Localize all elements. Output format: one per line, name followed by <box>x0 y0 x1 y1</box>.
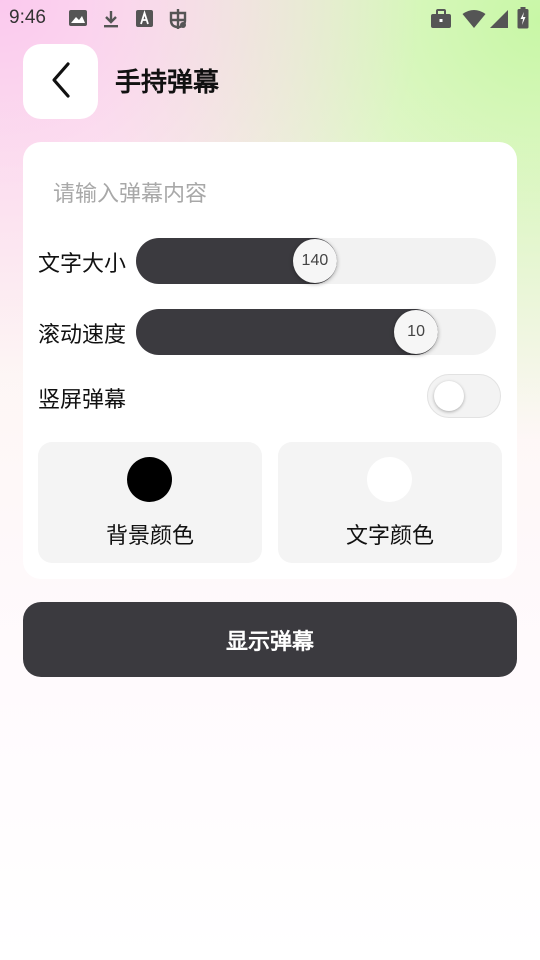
bug-icon <box>166 7 190 35</box>
settings-card: 文字大小 140 滚动速度 10 竖屏弹幕 背景颜色 文字颜色 <box>23 142 517 579</box>
bg-color-picker[interactable]: 背景颜色 <box>38 442 262 563</box>
status-time: 9:46 <box>9 7 46 28</box>
chevron-left-icon <box>46 60 76 104</box>
text-color-swatch <box>367 457 412 502</box>
show-danmu-button[interactable]: 显示弹幕 <box>23 602 517 677</box>
danmu-text-input[interactable] <box>53 168 493 220</box>
page-title: 手持弹幕 <box>115 67 220 97</box>
briefcase-icon <box>430 9 452 33</box>
status-bar: 9:46 <box>0 0 540 36</box>
scroll-speed-label: 滚动速度 <box>38 323 127 348</box>
bg-color-label: 背景颜色 <box>105 524 194 549</box>
text-color-picker[interactable]: 文字颜色 <box>278 442 502 563</box>
bg-color-swatch <box>127 457 172 502</box>
scroll-speed-slider-thumb[interactable]: 10 <box>394 310 439 354</box>
text-color-label: 文字颜色 <box>345 524 434 549</box>
font-size-slider-thumb[interactable]: 140 <box>292 239 337 283</box>
scroll-speed-slider[interactable]: 10 <box>136 309 496 355</box>
download-icon <box>101 9 121 33</box>
text-a-icon <box>135 9 155 33</box>
image-icon <box>68 9 88 31</box>
font-size-slider[interactable]: 140 <box>136 238 496 284</box>
scroll-speed-slider-fill <box>136 309 439 355</box>
vertical-danmu-toggle-knob <box>434 381 464 411</box>
vertical-danmu-label: 竖屏弹幕 <box>38 388 127 413</box>
battery-charging-icon <box>517 7 529 33</box>
wifi-icon <box>462 9 486 33</box>
vertical-danmu-toggle[interactable] <box>427 374 501 418</box>
signal-icon <box>489 9 509 33</box>
back-button[interactable] <box>23 44 98 119</box>
font-size-label: 文字大小 <box>38 252 127 277</box>
